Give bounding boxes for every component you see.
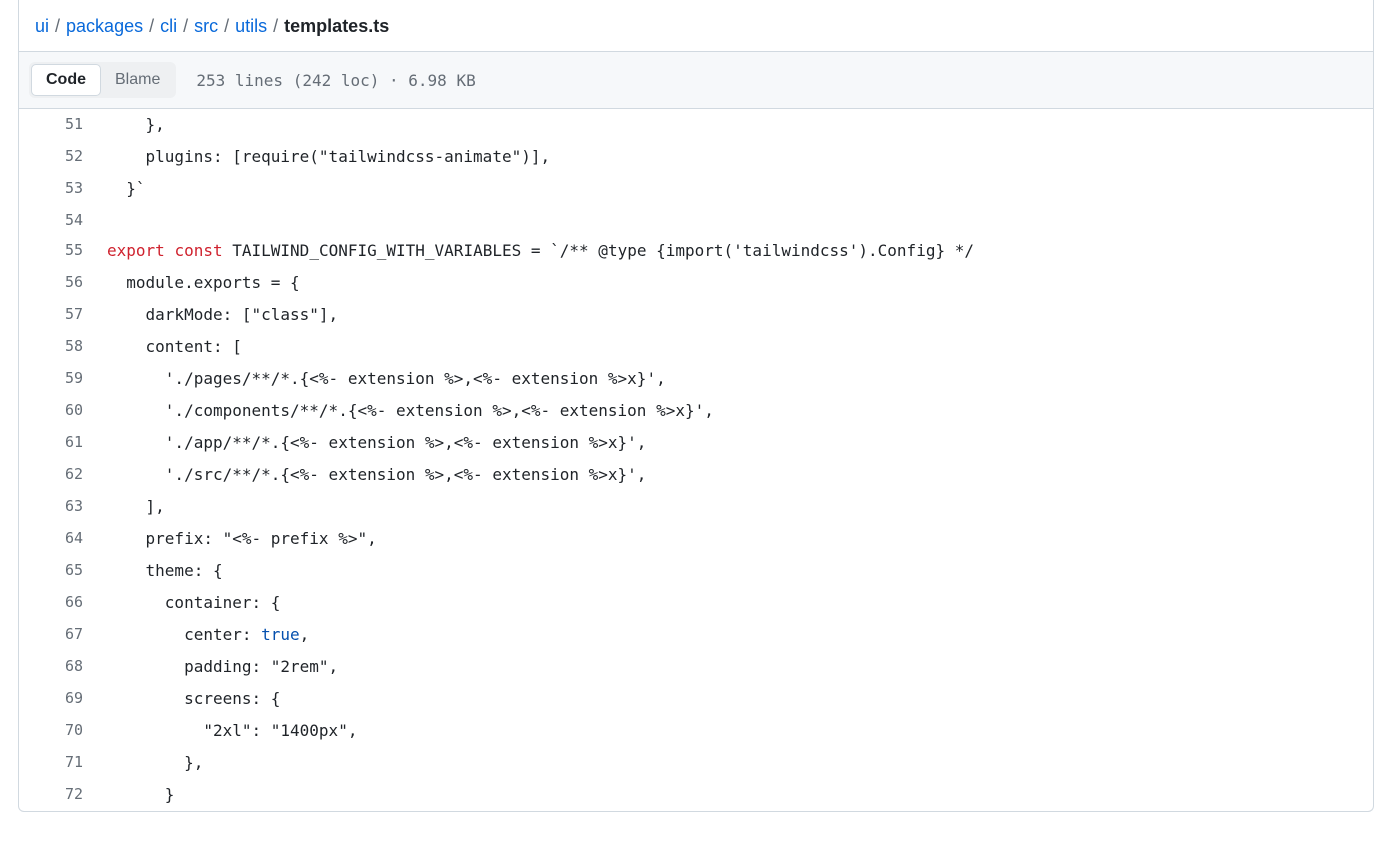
line-number[interactable]: 66 xyxy=(19,587,107,619)
code-row: 57 darkMode: ["class"], xyxy=(19,299,1373,331)
code-line[interactable]: export const TAILWIND_CONFIG_WITH_VARIAB… xyxy=(107,235,1373,267)
keyword-const: const xyxy=(174,241,222,260)
line-number[interactable]: 62 xyxy=(19,459,107,491)
code-row: 56 module.exports = { xyxy=(19,267,1373,299)
code-line[interactable]: './src/**/*.{<%- extension %>,<%- extens… xyxy=(107,459,1373,491)
code-line[interactable]: module.exports = { xyxy=(107,267,1373,299)
code-row: 58 content: [ xyxy=(19,331,1373,363)
breadcrumb-link-src[interactable]: src xyxy=(194,16,218,37)
code-row: 55 export const TAILWIND_CONFIG_WITH_VAR… xyxy=(19,235,1373,267)
breadcrumb-separator: / xyxy=(149,16,154,37)
line-number[interactable]: 64 xyxy=(19,523,107,555)
line-number[interactable]: 56 xyxy=(19,267,107,299)
line-number[interactable]: 58 xyxy=(19,331,107,363)
breadcrumb-link-packages[interactable]: packages xyxy=(66,16,143,37)
code-row: 68 padding: "2rem", xyxy=(19,651,1373,683)
line-number[interactable]: 55 xyxy=(19,235,107,267)
code-line[interactable]: padding: "2rem", xyxy=(107,651,1373,683)
code-line[interactable]: darkMode: ["class"], xyxy=(107,299,1373,331)
breadcrumb-link-cli[interactable]: cli xyxy=(160,16,177,37)
code-row: 65 theme: { xyxy=(19,555,1373,587)
code-area[interactable]: 51 }, 52 plugins: [require("tailwindcss-… xyxy=(19,109,1373,811)
breadcrumb-bar: ui / packages / cli / src / utils / temp… xyxy=(19,0,1373,52)
breadcrumb-separator: / xyxy=(273,16,278,37)
code-row: 66 container: { xyxy=(19,587,1373,619)
view-mode-tabs: Code Blame xyxy=(29,62,176,98)
line-number[interactable]: 60 xyxy=(19,395,107,427)
file-info: 253 lines (242 loc) · 6.98 KB xyxy=(196,71,475,90)
code-line[interactable]: './pages/**/*.{<%- extension %>,<%- exte… xyxy=(107,363,1373,395)
line-number[interactable]: 59 xyxy=(19,363,107,395)
line-number[interactable]: 72 xyxy=(19,779,107,811)
breadcrumb-current-file: templates.ts xyxy=(284,16,389,37)
line-number[interactable]: 69 xyxy=(19,683,107,715)
code-row: 69 screens: { xyxy=(19,683,1373,715)
breadcrumb-separator: / xyxy=(224,16,229,37)
keyword-export: export xyxy=(107,241,165,260)
code-row: 62 './src/**/*.{<%- extension %>,<%- ext… xyxy=(19,459,1373,491)
literal-true: true xyxy=(261,625,300,644)
code-row: 63 ], xyxy=(19,491,1373,523)
code-row: 51 }, xyxy=(19,109,1373,141)
code-line[interactable]: './app/**/*.{<%- extension %>,<%- extens… xyxy=(107,427,1373,459)
code-line[interactable]: prefix: "<%- prefix %>", xyxy=(107,523,1373,555)
code-row: 52 plugins: [require("tailwindcss-animat… xyxy=(19,141,1373,173)
code-row: 60 './components/**/*.{<%- extension %>,… xyxy=(19,395,1373,427)
line-number[interactable]: 67 xyxy=(19,619,107,651)
breadcrumb-link-ui[interactable]: ui xyxy=(35,16,49,37)
code-line[interactable]: content: [ xyxy=(107,331,1373,363)
line-number[interactable]: 63 xyxy=(19,491,107,523)
code-line[interactable]: plugins: [require("tailwindcss-animate")… xyxy=(107,141,1373,173)
identifier: TAILWIND_CONFIG_WITH_VARIABLES xyxy=(232,241,521,260)
code-line[interactable]: './components/**/*.{<%- extension %>,<%-… xyxy=(107,395,1373,427)
code-row: 53 }` xyxy=(19,173,1373,205)
line-number[interactable]: 54 xyxy=(19,205,107,235)
breadcrumb-link-utils[interactable]: utils xyxy=(235,16,267,37)
line-number[interactable]: 65 xyxy=(19,555,107,587)
file-view-container: ui / packages / cli / src / utils / temp… xyxy=(18,0,1374,812)
code-line[interactable]: center: true, xyxy=(107,619,1373,651)
code-row: 70 "2xl": "1400px", xyxy=(19,715,1373,747)
code-line[interactable]: }, xyxy=(107,747,1373,779)
line-number[interactable]: 51 xyxy=(19,109,107,141)
line-number[interactable]: 57 xyxy=(19,299,107,331)
code-row: 72 } xyxy=(19,779,1373,811)
line-number[interactable]: 71 xyxy=(19,747,107,779)
code-line[interactable]: } xyxy=(107,779,1373,811)
code-row: 54 xyxy=(19,205,1373,235)
code-line[interactable] xyxy=(107,205,1373,235)
code-row: 59 './pages/**/*.{<%- extension %>,<%- e… xyxy=(19,363,1373,395)
line-number[interactable]: 61 xyxy=(19,427,107,459)
breadcrumb: ui / packages / cli / src / utils / temp… xyxy=(35,16,1357,37)
breadcrumb-separator: / xyxy=(183,16,188,37)
code-line[interactable]: theme: { xyxy=(107,555,1373,587)
line-number[interactable]: 70 xyxy=(19,715,107,747)
breadcrumb-separator: / xyxy=(55,16,60,37)
code-line[interactable]: }` xyxy=(107,173,1373,205)
code-row: 67 center: true, xyxy=(19,619,1373,651)
line-number[interactable]: 68 xyxy=(19,651,107,683)
code-line[interactable]: }, xyxy=(107,109,1373,141)
code-line[interactable]: ], xyxy=(107,491,1373,523)
line-number[interactable]: 53 xyxy=(19,173,107,205)
code-row: 61 './app/**/*.{<%- extension %>,<%- ext… xyxy=(19,427,1373,459)
code-line[interactable]: screens: { xyxy=(107,683,1373,715)
code-line[interactable]: "2xl": "1400px", xyxy=(107,715,1373,747)
code-table: 51 }, 52 plugins: [require("tailwindcss-… xyxy=(19,109,1373,811)
tab-blame[interactable]: Blame xyxy=(101,65,174,95)
file-toolbar: Code Blame 253 lines (242 loc) · 6.98 KB xyxy=(19,52,1373,109)
code-row: 64 prefix: "<%- prefix %>", xyxy=(19,523,1373,555)
tab-code[interactable]: Code xyxy=(31,64,101,96)
code-row: 71 }, xyxy=(19,747,1373,779)
line-number[interactable]: 52 xyxy=(19,141,107,173)
code-line[interactable]: container: { xyxy=(107,587,1373,619)
